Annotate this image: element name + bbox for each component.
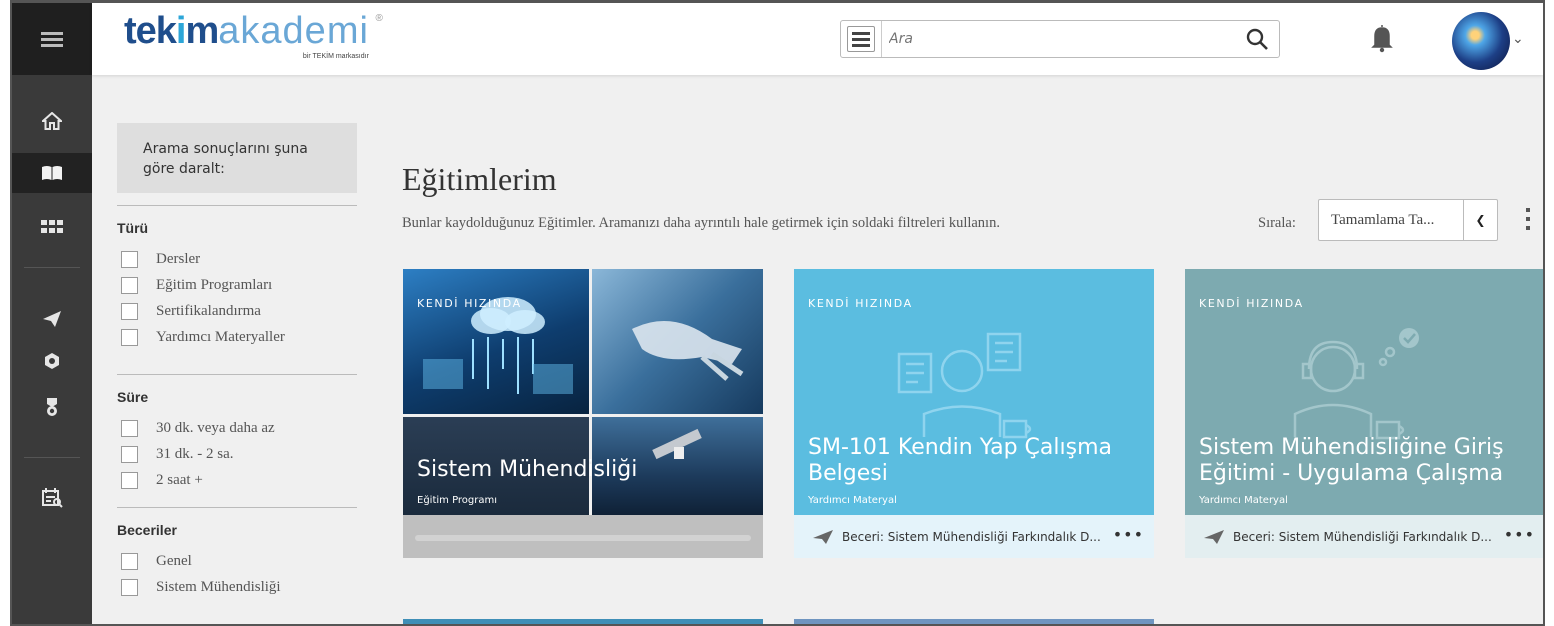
- filter-option[interactable]: Yardımcı Materyaller: [117, 324, 357, 350]
- home-nav-button[interactable]: [12, 101, 92, 141]
- card-footer: Beceri: Sistem Mühendisliği Farkındalık …: [794, 515, 1154, 558]
- checkbox[interactable]: [121, 250, 138, 268]
- card-footer: Beceri: Sistem Mühendisliği Farkındalık …: [1185, 515, 1543, 558]
- search-filter-menu-button[interactable]: [847, 26, 875, 52]
- page-description: Bunlar kaydolduğunuz Eğitimler. Aramanız…: [402, 215, 1000, 231]
- course-card[interactable]: KENDİ HIZINDA Sistem Mühendisliğine Giri…: [1185, 269, 1543, 558]
- checkbox[interactable]: [121, 552, 138, 570]
- home-icon: [42, 112, 62, 130]
- my-learning-nav-button[interactable]: [12, 153, 92, 193]
- checkbox[interactable]: [121, 471, 138, 489]
- card-tag: KENDİ HIZINDA: [808, 297, 913, 310]
- search-input[interactable]: [889, 27, 1229, 51]
- course-card[interactable]: KENDİ HIZINDA Sistem Mühendisliği Eğitim…: [403, 269, 763, 558]
- tekim-akademi-logo[interactable]: tekimakademi ® bir TEKİM markasıdır: [124, 11, 383, 60]
- progress-bar: [415, 535, 751, 541]
- course-card[interactable]: KENDİ HIZINDA SM-101 Kendin Yap Çalışma …: [794, 269, 1154, 558]
- search-bar: [840, 20, 1280, 58]
- card-title[interactable]: Sistem Mühendisliği: [417, 457, 757, 483]
- checkbox[interactable]: [121, 328, 138, 346]
- certificates-nav-button[interactable]: [12, 387, 92, 427]
- filter-section-title: Beceriler: [117, 522, 177, 538]
- card-skill: Beceri: Sistem Mühendisliği Farkındalık …: [812, 529, 1101, 545]
- paper-plane-icon: [813, 530, 833, 544]
- app-frame: tekimakademi ® bir TEKİM markasıdır ⌄ Ar…: [10, 0, 1545, 626]
- sort-select[interactable]: Tamamlama Ta... ❮: [1318, 199, 1498, 241]
- sort-label: Sırala:: [1258, 215, 1296, 231]
- filter-option[interactable]: Eğitim Programları: [117, 272, 357, 298]
- filter-section-duration: Süre 30 dk. veya daha az 31 dk. - 2 sa. …: [117, 374, 357, 493]
- robot-hand-illustration: [632, 321, 744, 381]
- page-title: Eğitimlerim: [402, 161, 557, 197]
- hamburger-icon: [41, 29, 63, 50]
- card-footer: [403, 515, 763, 558]
- filter-heading: Arama sonuçlarını şuna göre daralt:: [117, 123, 357, 193]
- grid-icon: [41, 220, 63, 233]
- chevron-down-icon[interactable]: ⌄: [1512, 31, 1524, 47]
- filter-option[interactable]: Dersler: [117, 246, 357, 272]
- checkbox[interactable]: [121, 276, 138, 294]
- filter-option[interactable]: Genel: [117, 548, 357, 574]
- rail-divider: [24, 267, 80, 268]
- card-more-button[interactable]: •••: [1504, 525, 1535, 544]
- checkbox[interactable]: [121, 578, 138, 596]
- cloud-illustration: [423, 297, 573, 394]
- card-skill: Beceri: Sistem Mühendisliği Farkındalık …: [1203, 529, 1492, 545]
- rail-divider: [24, 457, 80, 458]
- hexagon-badge-icon: [45, 353, 59, 369]
- course-card-peek[interactable]: [403, 619, 763, 624]
- medal-icon: [47, 398, 57, 416]
- filter-option[interactable]: Sistem Mühendisliği: [117, 574, 357, 600]
- user-avatar[interactable]: [1452, 12, 1510, 70]
- card-image: KENDİ HIZINDA Sistem Mühendisliği Eğitim…: [403, 269, 763, 515]
- left-nav-rail: [12, 3, 92, 624]
- checkbox[interactable]: [121, 419, 138, 437]
- card-image: KENDİ HIZINDA Sistem Mühendisliğine Giri…: [1185, 269, 1543, 515]
- filter-option[interactable]: 2 saat +: [117, 467, 357, 493]
- catalog-nav-button[interactable]: [12, 207, 92, 247]
- search-icon[interactable]: [1245, 27, 1269, 51]
- card-more-button[interactable]: •••: [1113, 525, 1144, 544]
- more-options-icon[interactable]: [1526, 208, 1530, 230]
- checkbox[interactable]: [121, 445, 138, 463]
- chevron-down-icon[interactable]: ❮: [1463, 200, 1497, 240]
- menu-toggle-button[interactable]: [12, 3, 92, 75]
- filter-section-type: Türü Dersler Eğitim Programları Sertifik…: [117, 205, 357, 350]
- card-type: Yardımcı Materyal: [1199, 495, 1288, 506]
- filter-panel: Arama sonuçlarını şuna göre daralt: Türü…: [117, 123, 357, 600]
- card-title[interactable]: SM-101 Kendin Yap Çalışma Belgesi: [808, 435, 1148, 487]
- course-card-peek[interactable]: [794, 619, 1154, 624]
- paper-plane-icon: [1204, 530, 1224, 544]
- events-nav-button[interactable]: [12, 477, 92, 517]
- card-tag: KENDİ HIZINDA: [417, 297, 522, 310]
- badges-nav-button[interactable]: [12, 341, 92, 381]
- book-icon: [42, 166, 62, 180]
- headset-person-illustration: [1293, 328, 1419, 440]
- paper-plane-icon: [43, 311, 61, 327]
- filter-section-skills: Beceriler Genel Sistem Mühendisliği: [117, 507, 357, 600]
- card-image: KENDİ HIZINDA SM-101 Kendin Yap Çalışma …: [794, 269, 1154, 515]
- checkbox[interactable]: [121, 302, 138, 320]
- worksheet-illustration: [897, 332, 1032, 439]
- card-type: Yardımcı Materyal: [808, 495, 897, 506]
- card-tag: KENDİ HIZINDA: [1199, 297, 1304, 310]
- top-header: tekimakademi ® bir TEKİM markasıdır ⌄: [92, 3, 1543, 75]
- list-icon: [852, 31, 870, 35]
- bell-icon[interactable]: [1370, 23, 1394, 53]
- calendar-search-icon: [42, 488, 63, 508]
- filter-section-title: Süre: [117, 389, 149, 405]
- filter-option[interactable]: 30 dk. veya daha az: [117, 415, 357, 441]
- filter-option[interactable]: 31 dk. - 2 sa.: [117, 441, 357, 467]
- skills-nav-button[interactable]: [12, 299, 92, 339]
- filter-section-title: Türü: [117, 220, 149, 236]
- filter-option[interactable]: Sertifikalandırma: [117, 298, 357, 324]
- card-title[interactable]: Sistem Mühendisliğine Giriş Eğitimi - Uy…: [1199, 435, 1539, 487]
- card-type: Eğitim Programı: [417, 495, 498, 506]
